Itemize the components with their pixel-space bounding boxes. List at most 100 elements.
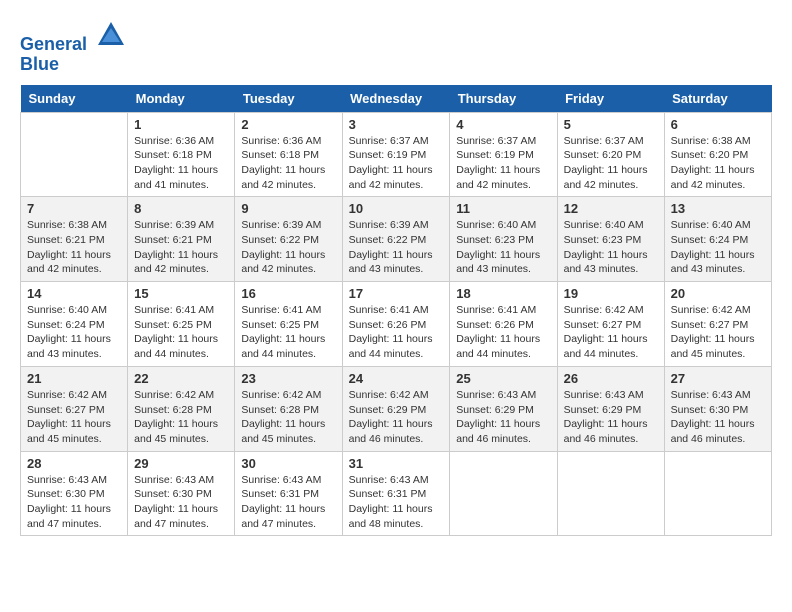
- calendar-cell: 13 Sunrise: 6:40 AMSunset: 6:24 PMDayligh…: [664, 197, 771, 282]
- calendar-cell: 5Sunrise: 6:37 AMSunset: 6:20 PMDaylight…: [557, 112, 664, 197]
- day-number: 18: [456, 286, 550, 301]
- calendar-cell: 14 Sunrise: 6:40 AMSunset: 6:24 PMDayligh…: [21, 282, 128, 367]
- calendar-cell: 8 Sunrise: 6:39 AMSunset: 6:21 PMDaylight…: [128, 197, 235, 282]
- day-info: Sunrise: 6:37 AMSunset: 6:19 PMDaylight:…: [349, 134, 444, 193]
- calendar-week-row: 21 Sunrise: 6:42 AMSunset: 6:27 PMDayligh…: [21, 366, 772, 451]
- calendar-cell: 18 Sunrise: 6:41 AMSunset: 6:26 PMDayligh…: [450, 282, 557, 367]
- day-number: 22: [134, 371, 228, 386]
- calendar-cell: 19Sunrise: 6:42 AMSunset: 6:27 PMDayligh…: [557, 282, 664, 367]
- day-number: 17: [349, 286, 444, 301]
- calendar-week-row: 7 Sunrise: 6:38 AMSunset: 6:21 PMDaylight…: [21, 197, 772, 282]
- day-number: 20: [671, 286, 765, 301]
- day-header-saturday: Saturday: [664, 85, 771, 113]
- calendar-cell: 25 Sunrise: 6:43 AMSunset: 6:29 PMDayligh…: [450, 366, 557, 451]
- calendar-cell: 10 Sunrise: 6:39 AMSunset: 6:22 PMDayligh…: [342, 197, 450, 282]
- day-info: Sunrise: 6:41 AMSunset: 6:26 PMDaylight:…: [349, 303, 444, 362]
- calendar-table: SundayMondayTuesdayWednesdayThursdayFrid…: [20, 85, 772, 537]
- calendar-cell: 21 Sunrise: 6:42 AMSunset: 6:27 PMDayligh…: [21, 366, 128, 451]
- day-info: Sunrise: 6:43 AMSunset: 6:30 PMDaylight:…: [27, 473, 121, 532]
- calendar-week-row: 1Sunrise: 6:36 AMSunset: 6:18 PMDaylight…: [21, 112, 772, 197]
- day-info: Sunrise: 6:43 AMSunset: 6:31 PMDaylight:…: [241, 473, 335, 532]
- day-number: 4: [456, 117, 550, 132]
- day-info: Sunrise: 6:43 AMSunset: 6:30 PMDaylight:…: [671, 388, 765, 447]
- day-info: Sunrise: 6:39 AMSunset: 6:22 PMDaylight:…: [349, 218, 444, 277]
- calendar-cell: 7 Sunrise: 6:38 AMSunset: 6:21 PMDaylight…: [21, 197, 128, 282]
- calendar-cell: 12 Sunrise: 6:40 AMSunset: 6:23 PMDayligh…: [557, 197, 664, 282]
- calendar-cell: [664, 451, 771, 536]
- day-number: 8: [134, 201, 228, 216]
- day-header-tuesday: Tuesday: [235, 85, 342, 113]
- calendar-cell: [557, 451, 664, 536]
- day-info: Sunrise: 6:36 AMSunset: 6:18 PMDaylight:…: [241, 134, 335, 193]
- calendar-cell: 31Sunrise: 6:43 AMSunset: 6:31 PMDayligh…: [342, 451, 450, 536]
- day-info: Sunrise: 6:37 AMSunset: 6:20 PMDaylight:…: [564, 134, 658, 193]
- day-number: 2: [241, 117, 335, 132]
- calendar-week-row: 28 Sunrise: 6:43 AMSunset: 6:30 PMDayligh…: [21, 451, 772, 536]
- day-info: Sunrise: 6:42 AMSunset: 6:28 PMDaylight:…: [241, 388, 335, 447]
- day-info: Sunrise: 6:37 AMSunset: 6:19 PMDaylight:…: [456, 134, 550, 193]
- day-number: 27: [671, 371, 765, 386]
- day-info: Sunrise: 6:42 AMSunset: 6:27 PMDaylight:…: [564, 303, 658, 362]
- calendar-cell: 30 Sunrise: 6:43 AMSunset: 6:31 PMDayligh…: [235, 451, 342, 536]
- calendar-cell: 26Sunrise: 6:43 AMSunset: 6:29 PMDayligh…: [557, 366, 664, 451]
- day-info: Sunrise: 6:40 AMSunset: 6:24 PMDaylight:…: [671, 218, 765, 277]
- page-header: General Blue: [20, 20, 772, 75]
- day-info: Sunrise: 6:40 AMSunset: 6:23 PMDaylight:…: [564, 218, 658, 277]
- logo-icon: [96, 20, 126, 50]
- calendar-cell: 1Sunrise: 6:36 AMSunset: 6:18 PMDaylight…: [128, 112, 235, 197]
- calendar-cell: 29 Sunrise: 6:43 AMSunset: 6:30 PMDayligh…: [128, 451, 235, 536]
- calendar-cell: 15Sunrise: 6:41 AMSunset: 6:25 PMDayligh…: [128, 282, 235, 367]
- logo: General Blue: [20, 20, 126, 75]
- day-info: Sunrise: 6:43 AMSunset: 6:30 PMDaylight:…: [134, 473, 228, 532]
- logo-blue: Blue: [20, 55, 126, 75]
- day-info: Sunrise: 6:41 AMSunset: 6:25 PMDaylight:…: [241, 303, 335, 362]
- day-info: Sunrise: 6:43 AMSunset: 6:29 PMDaylight:…: [456, 388, 550, 447]
- day-number: 6: [671, 117, 765, 132]
- calendar-header-row: SundayMondayTuesdayWednesdayThursdayFrid…: [21, 85, 772, 113]
- day-header-monday: Monday: [128, 85, 235, 113]
- day-number: 14: [27, 286, 121, 301]
- day-number: 29: [134, 456, 228, 471]
- day-number: 13: [671, 201, 765, 216]
- logo-text: General: [20, 20, 126, 55]
- day-info: Sunrise: 6:40 AMSunset: 6:23 PMDaylight:…: [456, 218, 550, 277]
- calendar-cell: 23 Sunrise: 6:42 AMSunset: 6:28 PMDayligh…: [235, 366, 342, 451]
- day-number: 9: [241, 201, 335, 216]
- day-header-thursday: Thursday: [450, 85, 557, 113]
- calendar-cell: 2 Sunrise: 6:36 AMSunset: 6:18 PMDaylight…: [235, 112, 342, 197]
- day-info: Sunrise: 6:42 AMSunset: 6:29 PMDaylight:…: [349, 388, 444, 447]
- day-info: Sunrise: 6:38 AMSunset: 6:20 PMDaylight:…: [671, 134, 765, 193]
- day-number: 3: [349, 117, 444, 132]
- day-info: Sunrise: 6:41 AMSunset: 6:25 PMDaylight:…: [134, 303, 228, 362]
- calendar-cell: [21, 112, 128, 197]
- day-header-wednesday: Wednesday: [342, 85, 450, 113]
- day-info: Sunrise: 6:42 AMSunset: 6:28 PMDaylight:…: [134, 388, 228, 447]
- calendar-cell: 11Sunrise: 6:40 AMSunset: 6:23 PMDayligh…: [450, 197, 557, 282]
- day-header-friday: Friday: [557, 85, 664, 113]
- day-info: Sunrise: 6:36 AMSunset: 6:18 PMDaylight:…: [134, 134, 228, 193]
- day-number: 23: [241, 371, 335, 386]
- day-number: 28: [27, 456, 121, 471]
- day-number: 12: [564, 201, 658, 216]
- day-info: Sunrise: 6:38 AMSunset: 6:21 PMDaylight:…: [27, 218, 121, 277]
- day-info: Sunrise: 6:40 AMSunset: 6:24 PMDaylight:…: [27, 303, 121, 362]
- day-number: 7: [27, 201, 121, 216]
- day-info: Sunrise: 6:39 AMSunset: 6:21 PMDaylight:…: [134, 218, 228, 277]
- calendar-cell: 28 Sunrise: 6:43 AMSunset: 6:30 PMDayligh…: [21, 451, 128, 536]
- calendar-cell: 20Sunrise: 6:42 AMSunset: 6:27 PMDayligh…: [664, 282, 771, 367]
- calendar-cell: 16Sunrise: 6:41 AMSunset: 6:25 PMDayligh…: [235, 282, 342, 367]
- calendar-cell: 17 Sunrise: 6:41 AMSunset: 6:26 PMDayligh…: [342, 282, 450, 367]
- day-info: Sunrise: 6:41 AMSunset: 6:26 PMDaylight:…: [456, 303, 550, 362]
- day-header-sunday: Sunday: [21, 85, 128, 113]
- day-number: 10: [349, 201, 444, 216]
- day-number: 30: [241, 456, 335, 471]
- day-number: 25: [456, 371, 550, 386]
- calendar-cell: 4 Sunrise: 6:37 AMSunset: 6:19 PMDaylight…: [450, 112, 557, 197]
- logo-general: General: [20, 34, 87, 54]
- calendar-cell: 22 Sunrise: 6:42 AMSunset: 6:28 PMDayligh…: [128, 366, 235, 451]
- day-number: 21: [27, 371, 121, 386]
- day-info: Sunrise: 6:43 AMSunset: 6:31 PMDaylight:…: [349, 473, 444, 532]
- calendar-week-row: 14 Sunrise: 6:40 AMSunset: 6:24 PMDayligh…: [21, 282, 772, 367]
- day-info: Sunrise: 6:42 AMSunset: 6:27 PMDaylight:…: [27, 388, 121, 447]
- day-info: Sunrise: 6:43 AMSunset: 6:29 PMDaylight:…: [564, 388, 658, 447]
